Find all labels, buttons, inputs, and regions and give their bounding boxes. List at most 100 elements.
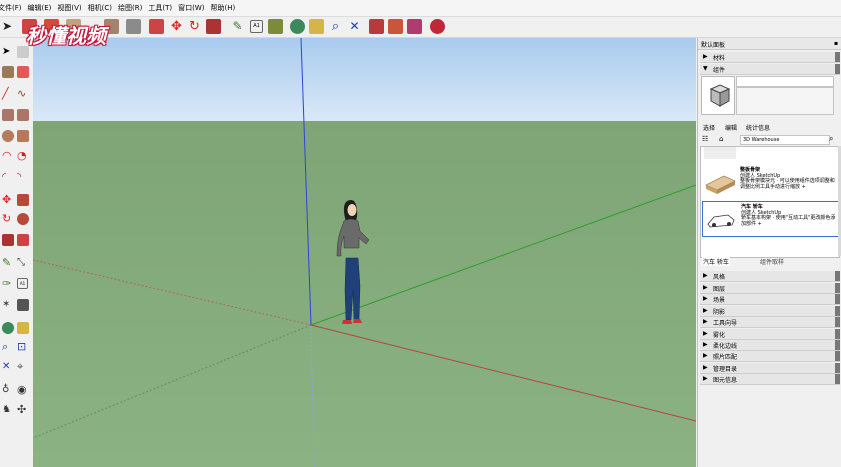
home-icon[interactable]: ⌂ [719,135,723,143]
collapsed-arrow-icon: ▶ [703,295,708,302]
two-point-arc-icon[interactable]: ◜ [2,171,14,183]
section-plane-icon[interactable]: ✣ [17,404,29,416]
text-icon[interactable]: A1 [17,278,28,289]
collapsed-arrow-icon: ▶ [703,53,708,60]
tab-edit[interactable]: 编辑 [725,123,737,132]
rotated-rectangle-icon[interactable] [17,109,29,121]
zoom-extents-icon[interactable]: ✕ [347,19,362,34]
zoom-icon[interactable]: ⌕ [328,19,343,34]
orbit-tool-icon[interactable] [2,322,14,334]
section-scenes[interactable]: ▶ 场景 [700,294,840,305]
protractor-icon[interactable]: ✑ [2,278,14,290]
pan-tool-icon[interactable] [17,322,29,334]
move-cross-icon[interactable]: ✥ [169,19,184,34]
pie-icon[interactable]: ◔ [17,150,29,162]
position-camera-icon[interactable]: ♁ [2,384,14,396]
polygon-icon[interactable] [17,130,29,142]
section-materials[interactable]: ▶ 材料 [700,52,840,63]
section-shadows[interactable]: ▶ 阴影 [700,306,840,317]
line-tool-icon[interactable]: ╱ [2,88,14,100]
tab-statistics[interactable]: 统计信息 [746,123,770,132]
section-components[interactable]: ▼ 组件 [700,64,840,75]
list-item[interactable] [702,147,837,161]
walk-icon[interactable]: ♞ [2,404,14,416]
section-layers[interactable]: ▶ 图层 [700,283,840,294]
section-match-photo[interactable]: ▶ 照片匹配 [700,351,840,362]
section-fog[interactable]: ▶ 雾化 [700,329,840,340]
menu-file[interactable]: 文件(F) [0,0,25,13]
share-model-icon[interactable] [407,19,422,34]
axes-icon[interactable]: ✶ [2,299,14,311]
three-point-arc-icon[interactable]: ◝ [17,171,29,183]
menu-edit[interactable]: 编辑(E) [25,0,55,13]
model-viewport[interactable] [33,38,696,467]
pin-icon[interactable]: ▪ [834,40,838,47]
menu-draw[interactable]: 绘图(R) [115,0,145,13]
select-icon[interactable]: ➤ [2,46,14,58]
push-pull-tool-icon[interactable] [17,194,29,206]
look-around-icon[interactable]: ◉ [17,384,29,396]
section-outliner[interactable]: ▶ 管理目录 [700,363,840,374]
3d-text-tool-icon[interactable] [17,299,29,311]
eraser-tool-icon[interactable] [17,66,29,78]
list-item-selected[interactable]: 汽车 轿车 创建人 SketchUp 轿车基本构架 · 使用"互动工具"更改颜色… [702,201,839,237]
rectangle-icon[interactable] [2,109,14,121]
tape-measure-icon[interactable]: ✎ [230,19,245,34]
dimension-icon[interactable]: ⤡ [17,257,29,269]
menu-camera[interactable]: 相机(C) [85,0,115,13]
move-icon[interactable] [126,19,141,34]
component-description-field[interactable] [736,87,834,115]
left-tool-palette: ➤ ╱ ∿ ◠ ◔ ◜ ◝ ✥ ↻ ✎ ⤡ ✑ A1 ✶ ⌕ ⊡ ✕ ⌖ ♁ ◉… [0,38,34,467]
section-styles[interactable]: ▶ 风格 [700,271,840,282]
offset-tool-icon[interactable] [17,234,29,246]
follow-me-tool-icon[interactable] [17,213,29,225]
text-tool-icon[interactable]: A1 [250,20,263,33]
freehand-icon[interactable]: ∿ [17,88,29,100]
breadcrumb-current[interactable]: 汽车 轿车 [702,257,730,266]
3d-text-icon[interactable] [268,19,283,34]
menu-view[interactable]: 视图(V) [54,0,84,13]
component-thumbnail [704,147,736,159]
circle-icon[interactable] [2,130,14,142]
select-arrow-icon[interactable]: ➤ [2,19,17,34]
search-input[interactable]: 3D Warehouse [740,135,830,145]
section-soften-edges[interactable]: ▶ 柔化边线 [700,340,840,351]
get-models-icon[interactable] [388,19,403,34]
paint-bucket-icon[interactable] [2,66,14,78]
scale-icon[interactable] [206,19,221,34]
move-tool-icon[interactable]: ✥ [2,194,14,206]
collapsed-arrow-icon: ▶ [703,284,708,291]
view-options-icon[interactable]: ☷ [702,135,708,143]
arc-icon[interactable]: ◠ [2,150,14,162]
component-tabs: 选择 编辑 统计信息 [700,122,840,133]
collapsed-arrow-icon: ▶ [703,330,708,337]
list-item[interactable]: 整板骨架 创建人 SketchUp 整板骨架模块元 · 可以使用组件选项调整和调… [702,165,837,199]
tab-select[interactable]: 选择 [703,123,715,132]
rotate-tool-icon[interactable]: ↻ [2,213,14,225]
offset-icon[interactable] [104,19,119,34]
scale-tool-icon[interactable] [2,234,14,246]
previous-view-icon[interactable]: ⌖ [17,361,29,373]
breadcrumb-sampler[interactable]: 组件取样 [760,257,784,266]
zoom-extents-tool-icon[interactable]: ✕ [2,361,14,373]
extension-warehouse-icon[interactable] [430,19,445,34]
menu-help[interactable]: 帮助(H) [207,0,238,13]
follow-me-icon[interactable] [149,19,164,34]
warehouse-icon[interactable] [369,19,384,34]
search-icon[interactable]: ⌕ [829,134,833,144]
tray-title: 默认面板 [701,42,726,49]
menu-window[interactable]: 窗口(W) [175,0,207,13]
zoom-window-icon[interactable]: ⊡ [17,341,29,353]
rotate-icon[interactable]: ↻ [187,19,202,34]
tape-tool-icon[interactable]: ✎ [2,257,14,269]
section-instructor[interactable]: ▶ 工具向导 [700,317,840,328]
orbit-icon[interactable] [290,19,305,34]
collapsed-arrow-icon: ▶ [703,307,708,314]
tray-title-bar: 默认面板 ▪ [698,38,841,50]
collapsed-arrow-icon: ▶ [703,364,708,371]
zoom-tool-icon[interactable]: ⌕ [2,341,14,353]
component-name-field[interactable] [736,76,834,87]
menu-tools[interactable]: 工具(T) [145,0,175,13]
section-entity-info[interactable]: ▶ 图元信息 [700,374,840,385]
pan-icon[interactable] [309,19,324,34]
